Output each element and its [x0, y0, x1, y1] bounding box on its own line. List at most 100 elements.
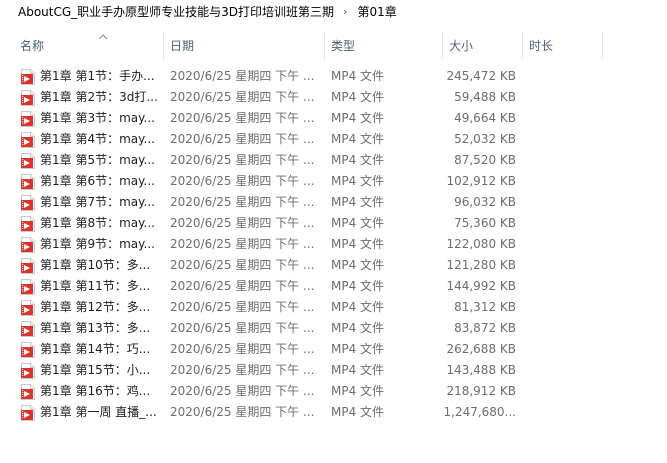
file-date: 2020/6/25 星期四 下午 ...	[170, 132, 315, 146]
file-name: 第1章 第8节：may...	[40, 216, 155, 230]
mp4-file-icon	[21, 195, 35, 211]
file-type: MP4 文件	[331, 384, 385, 398]
mp4-file-icon	[21, 258, 35, 274]
breadcrumb-separator-icon[interactable]: ›	[343, 5, 347, 18]
file-name: 第1章 第3节：may...	[40, 111, 155, 125]
file-row[interactable]: 第1章 第9节：may... 2020/6/25 星期四 下午 ... MP4 …	[0, 234, 667, 255]
file-date: 2020/6/25 星期四 下午 ...	[170, 153, 315, 167]
mp4-file-icon	[21, 216, 35, 232]
file-row[interactable]: 第1章 第15节：小... 2020/6/25 星期四 下午 ... MP4 文…	[0, 360, 667, 381]
file-date: 2020/6/25 星期四 下午 ...	[170, 405, 315, 419]
file-row[interactable]: 第1章 第10节：多... 2020/6/25 星期四 下午 ... MP4 文…	[0, 255, 667, 276]
file-size: 245,472 KB	[446, 69, 516, 83]
file-date: 2020/6/25 星期四 下午 ...	[170, 258, 315, 272]
file-type: MP4 文件	[331, 405, 385, 419]
file-name: 第1章 第7节：may...	[40, 195, 155, 209]
file-name: 第1章 第10节：多...	[40, 258, 151, 272]
file-name: 第1章 第14节：巧...	[40, 342, 151, 356]
file-name: 第1章 第6节：may...	[40, 174, 155, 188]
file-size: 143,488 KB	[446, 363, 516, 377]
file-type: MP4 文件	[331, 90, 385, 104]
file-row[interactable]: 第1章 第1节：手办... 2020/6/25 星期四 下午 ... MP4 文…	[0, 66, 667, 87]
file-type: MP4 文件	[331, 279, 385, 293]
mp4-file-icon	[21, 300, 35, 316]
file-size: 87,520 KB	[454, 153, 516, 167]
mp4-file-icon	[21, 363, 35, 379]
mp4-file-icon	[21, 237, 35, 253]
column-header-size[interactable]: 大小	[443, 32, 523, 60]
column-header-date-label: 日期	[170, 39, 195, 53]
file-date: 2020/6/25 星期四 下午 ...	[170, 174, 315, 188]
file-name: 第1章 第12节：多...	[40, 300, 151, 314]
column-header-name[interactable]: 名称	[14, 32, 164, 60]
file-row[interactable]: 第1章 第16节：鸡... 2020/6/25 星期四 下午 ... MP4 文…	[0, 381, 667, 402]
file-type: MP4 文件	[331, 132, 385, 146]
mp4-file-icon	[21, 132, 35, 148]
mp4-file-icon	[21, 321, 35, 337]
mp4-file-icon	[21, 69, 35, 85]
file-size: 262,688 KB	[446, 342, 516, 356]
file-row[interactable]: 第1章 第11节：多... 2020/6/25 星期四 下午 ... MP4 文…	[0, 276, 667, 297]
mp4-file-icon	[21, 342, 35, 358]
mp4-file-icon	[21, 405, 35, 421]
file-row[interactable]: 第1章 第5节：may... 2020/6/25 星期四 下午 ... MP4 …	[0, 150, 667, 171]
file-type: MP4 文件	[331, 174, 385, 188]
file-row[interactable]: 第1章 第一周 直播_... 2020/6/25 星期四 下午 ... MP4 …	[0, 402, 667, 423]
file-date: 2020/6/25 星期四 下午 ...	[170, 237, 315, 251]
file-row[interactable]: 第1章 第7节：may... 2020/6/25 星期四 下午 ... MP4 …	[0, 192, 667, 213]
file-type: MP4 文件	[331, 111, 385, 125]
mp4-file-icon	[21, 174, 35, 190]
column-header-type-label: 类型	[331, 39, 356, 53]
file-date: 2020/6/25 星期四 下午 ...	[170, 111, 315, 125]
file-size: 102,912 KB	[446, 174, 516, 188]
breadcrumb-item-course[interactable]: AboutCG_职业手办原型师专业技能与3D打印培训班第三期	[18, 3, 334, 20]
sort-up-arrow-icon	[98, 24, 108, 52]
file-date: 2020/6/25 星期四 下午 ...	[170, 342, 315, 356]
file-name: 第1章 第1节：手办...	[40, 69, 155, 83]
file-date: 2020/6/25 星期四 下午 ...	[170, 321, 315, 335]
file-date: 2020/6/25 星期四 下午 ...	[170, 384, 315, 398]
file-size: 83,872 KB	[454, 321, 516, 335]
mp4-file-icon	[21, 279, 35, 295]
file-size: 121,280 KB	[446, 258, 516, 272]
file-size: 122,080 KB	[446, 237, 516, 251]
file-row[interactable]: 第1章 第14节：巧... 2020/6/25 星期四 下午 ... MP4 文…	[0, 339, 667, 360]
file-size: 81,312 KB	[454, 300, 516, 314]
file-row[interactable]: 第1章 第12节：多... 2020/6/25 星期四 下午 ... MP4 文…	[0, 297, 667, 318]
file-row[interactable]: 第1章 第6节：may... 2020/6/25 星期四 下午 ... MP4 …	[0, 171, 667, 192]
file-type: MP4 文件	[331, 153, 385, 167]
file-name: 第1章 第13节：多...	[40, 321, 151, 335]
breadcrumb-item-chapter[interactable]: 第01章	[357, 3, 396, 20]
file-row[interactable]: 第1章 第3节：may... 2020/6/25 星期四 下午 ... MP4 …	[0, 108, 667, 129]
file-size: 75,360 KB	[454, 216, 516, 230]
file-name: 第1章 第一周 直播_...	[40, 405, 157, 419]
column-header-name-label: 名称	[20, 39, 45, 53]
column-header-duration[interactable]: 时长	[523, 32, 603, 60]
file-size: 144,992 KB	[446, 279, 516, 293]
file-date: 2020/6/25 星期四 下午 ...	[170, 300, 315, 314]
file-name: 第1章 第15节：小...	[40, 363, 151, 377]
column-header-date[interactable]: 日期	[164, 32, 325, 60]
file-date: 2020/6/25 星期四 下午 ...	[170, 363, 315, 377]
mp4-file-icon	[21, 384, 35, 400]
mp4-file-icon	[21, 153, 35, 169]
column-header-bar: 名称 日期 类型 大小 时长	[0, 32, 667, 60]
column-header-type[interactable]: 类型	[325, 32, 443, 60]
file-row[interactable]: 第1章 第4节：may... 2020/6/25 星期四 下午 ... MP4 …	[0, 129, 667, 150]
file-date: 2020/6/25 星期四 下午 ...	[170, 195, 315, 209]
breadcrumb: AboutCG_职业手办原型师专业技能与3D打印培训班第三期 › 第01章	[0, 0, 667, 22]
file-name: 第1章 第4节：may...	[40, 132, 155, 146]
file-row[interactable]: 第1章 第2节：3d打... 2020/6/25 星期四 下午 ... MP4 …	[0, 87, 667, 108]
file-type: MP4 文件	[331, 342, 385, 356]
file-row[interactable]: 第1章 第13节：多... 2020/6/25 星期四 下午 ... MP4 文…	[0, 318, 667, 339]
file-type: MP4 文件	[331, 258, 385, 272]
file-size: 1,247,680...	[443, 405, 516, 419]
file-type: MP4 文件	[331, 321, 385, 335]
file-name: 第1章 第5节：may...	[40, 153, 155, 167]
file-type: MP4 文件	[331, 69, 385, 83]
file-name: 第1章 第2节：3d打...	[40, 90, 158, 104]
file-date: 2020/6/25 星期四 下午 ...	[170, 279, 315, 293]
file-size: 52,032 KB	[454, 132, 516, 146]
file-size: 59,488 KB	[454, 90, 516, 104]
file-row[interactable]: 第1章 第8节：may... 2020/6/25 星期四 下午 ... MP4 …	[0, 213, 667, 234]
